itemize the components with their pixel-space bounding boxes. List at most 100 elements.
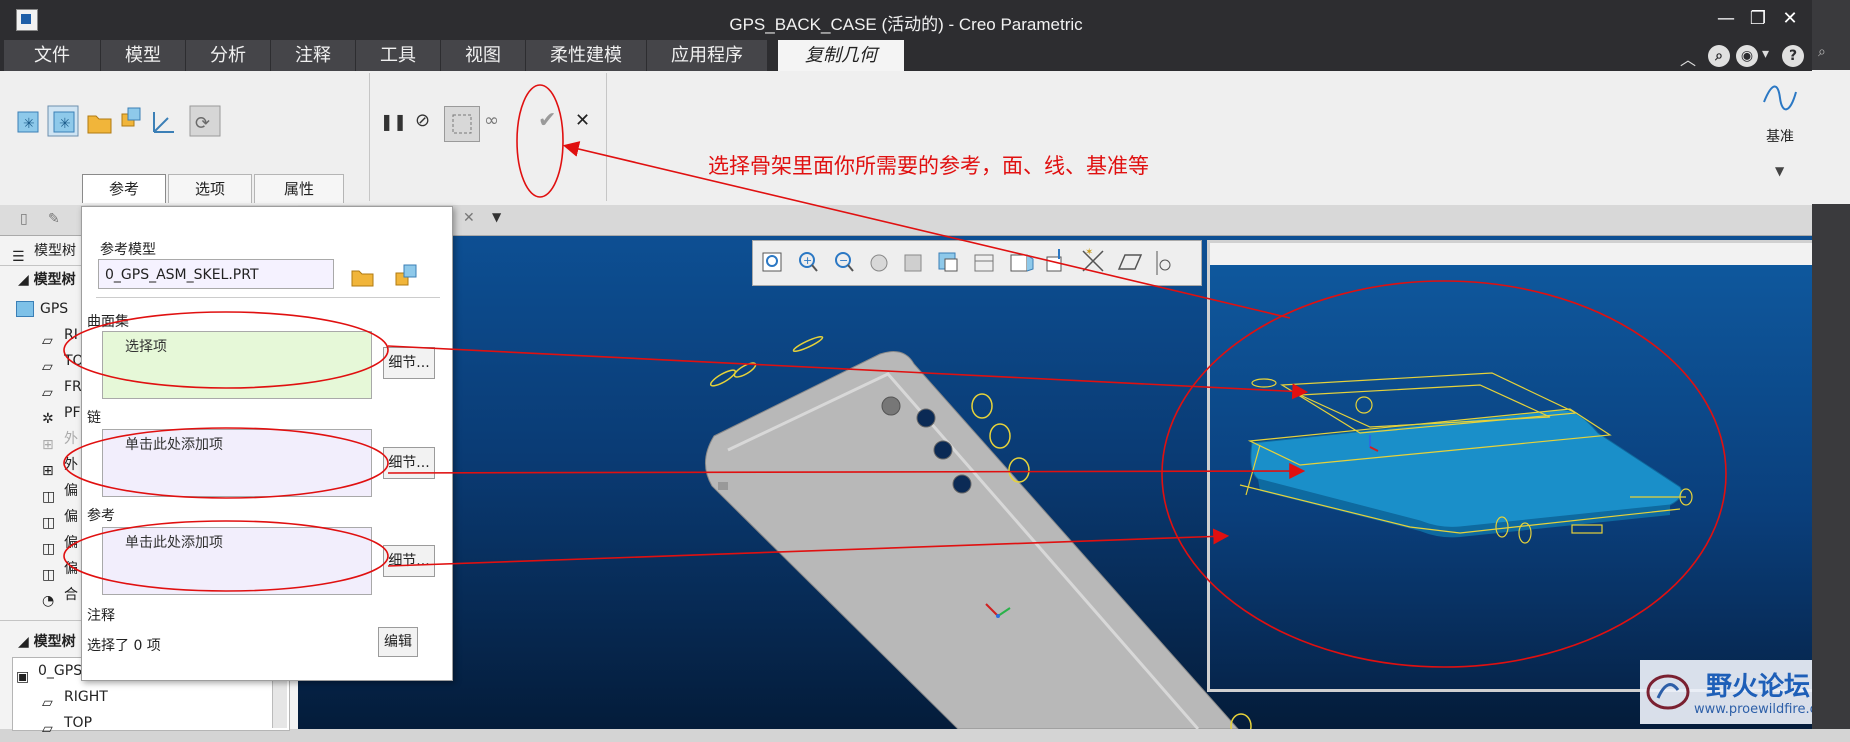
new-icon[interactable]: ▯: [20, 211, 28, 227]
tree-icon: ☰: [12, 249, 25, 265]
chevron-down-icon[interactable]: ▾: [1762, 46, 1769, 62]
external-reference-icon[interactable]: ✳: [47, 105, 79, 137]
merge-icon: ◔: [42, 593, 55, 609]
copy-geom-icon: ⊞: [42, 463, 54, 479]
expand-icon: ◢: [18, 634, 34, 650]
surface-set-details-button[interactable]: 细节...: [383, 347, 435, 379]
publish-geometry-icon[interactable]: ✳: [17, 111, 39, 133]
tree-item-skeleton-top[interactable]: ▱ TOP: [42, 710, 92, 737]
help-icon[interactable]: ?: [1782, 45, 1804, 67]
spin-center-icon[interactable]: [1156, 251, 1171, 275]
zoom-out-icon[interactable]: −: [835, 252, 854, 272]
copy-geom-icon: ⊞: [42, 437, 54, 453]
subtab-options[interactable]: 选项: [168, 174, 252, 203]
tab-list-dropdown-icon[interactable]: ▼: [492, 210, 501, 224]
tree-item-offset-4[interactable]: ◫ 偏: [42, 556, 78, 583]
model-tree-header[interactable]: ☰ 模型树: [12, 238, 76, 265]
copy-to-icon[interactable]: [121, 107, 141, 127]
open-folder-icon[interactable]: [87, 115, 112, 134]
datum-plane-icon: ▱: [42, 695, 53, 711]
maximize-button[interactable]: ❐: [1744, 6, 1772, 32]
svg-text:−: −: [839, 254, 848, 267]
tree-item-right[interactable]: ▱ RI: [42, 322, 78, 349]
divider: [96, 297, 440, 298]
close-tab-icon[interactable]: ✕: [463, 210, 475, 226]
references-collector[interactable]: 单击此处添加项: [102, 527, 372, 595]
tab-applications[interactable]: 应用程序: [647, 40, 768, 71]
refit-icon[interactable]: [762, 252, 782, 272]
skeleton-preview-window[interactable]: [1207, 240, 1818, 692]
saved-orientations-icon[interactable]: [904, 254, 922, 272]
display-style-icon[interactable]: [938, 252, 958, 272]
tree-item-offset-1[interactable]: ◫ 偏: [42, 478, 78, 505]
tab-annotate[interactable]: 注释: [271, 40, 356, 71]
tab-tools[interactable]: 工具: [356, 40, 441, 71]
open-model-icon[interactable]: [350, 263, 376, 289]
tree-item-offset-2[interactable]: ◫ 偏: [42, 504, 78, 531]
tree-item-prt-csys[interactable]: ✲ PF: [42, 400, 81, 427]
tree-item-offset-3[interactable]: ◫ 偏: [42, 530, 78, 557]
datum-plane-icon: ▱: [42, 721, 53, 737]
select-model-icon[interactable]: [394, 263, 420, 289]
tree-item-front[interactable]: ▱ FR: [42, 374, 82, 401]
search-icon[interactable]: ⌕: [1708, 45, 1730, 67]
ref-model-field[interactable]: 0_GPS_ASM_SKEL.PRT: [98, 259, 334, 289]
surface-set-collector[interactable]: 选择项: [102, 331, 372, 399]
confirm-button[interactable]: ✔: [538, 108, 556, 133]
tab-copy-geometry[interactable]: 复制几何: [778, 40, 905, 71]
svg-text:✶: ✶: [1085, 247, 1093, 258]
verify-glasses-icon[interactable]: ∞: [484, 110, 499, 131]
zoom-in-icon[interactable]: +: [799, 252, 818, 272]
tab-flexible-modeling[interactable]: 柔性建模: [526, 40, 647, 71]
title-bar: GPS_BACK_CASE (活动的) - Creo Parametric — …: [0, 0, 1812, 40]
surface-set-label: 曲面集: [87, 314, 129, 330]
collapse-ribbon-icon[interactable]: ︿: [1680, 46, 1696, 70]
datum-display-filter-icon[interactable]: ✶: [1082, 247, 1104, 272]
tree-item-skeleton-right[interactable]: ▱ RIGHT: [42, 684, 108, 711]
part-icon: [16, 301, 34, 317]
datum-curve-icon[interactable]: [1760, 78, 1800, 118]
subtab-references[interactable]: 参考: [82, 174, 166, 203]
perspective-view-icon[interactable]: [1010, 254, 1034, 272]
references-panel: 参考模型 0_GPS_ASM_SKEL.PRT 曲面集 选择项 细节... 链 …: [81, 206, 453, 681]
stop-button[interactable]: ⊘: [415, 110, 430, 131]
subtab-properties[interactable]: 属性: [254, 174, 344, 203]
tree-item-top[interactable]: ▱ TO: [42, 348, 84, 375]
tab-model[interactable]: 模型: [101, 40, 186, 71]
tree-item-merge[interactable]: ◔ 合: [42, 582, 78, 609]
view-toolbar: + − ✶: [752, 240, 1202, 286]
transform-icon[interactable]: [153, 112, 174, 133]
community-icon[interactable]: ◉: [1736, 45, 1758, 67]
datum-label[interactable]: 基准: [1766, 126, 1794, 146]
update-icon[interactable]: ⟳: [189, 105, 221, 137]
datum-plane-icon: ▱: [42, 385, 53, 401]
annotation-display-icon[interactable]: [1046, 249, 1062, 272]
pause-button[interactable]: ❚❚: [380, 112, 407, 131]
tab-file[interactable]: 文件: [4, 40, 101, 71]
minimize-button[interactable]: —: [1712, 6, 1740, 32]
feature-preview-button[interactable]: [444, 106, 480, 142]
references-details-button[interactable]: 细节...: [383, 545, 435, 577]
datum-dropdown-icon[interactable]: ▼: [1775, 164, 1784, 178]
tree-item-gps[interactable]: GPS: [16, 296, 68, 322]
datum-plane-display-icon[interactable]: [1117, 254, 1143, 270]
chain-details-button[interactable]: 细节...: [383, 447, 435, 479]
repaint-icon[interactable]: [870, 254, 888, 272]
copy-geometry-tool-group: ✳ ✳ ⟳: [17, 105, 221, 137]
view-manager-icon[interactable]: [974, 254, 994, 272]
pencil-icon[interactable]: ✎: [48, 211, 60, 227]
edit-notes-button[interactable]: 编辑: [378, 627, 418, 657]
tree-item-external-1[interactable]: ⊞ 外: [42, 426, 78, 453]
tree-section-header[interactable]: ◢ 模型树: [18, 267, 76, 293]
tree-item-external-2[interactable]: ⊞ 外: [42, 452, 78, 479]
watermark-title: 野火论坛: [1706, 672, 1811, 702]
svg-text:✳: ✳: [59, 116, 71, 132]
cancel-button[interactable]: ✕: [575, 110, 590, 131]
tab-analysis[interactable]: 分析: [186, 40, 271, 71]
chain-collector[interactable]: 单击此处添加项: [102, 429, 372, 497]
tab-view[interactable]: 视图: [441, 40, 526, 71]
svg-text:⟳: ⟳: [195, 113, 210, 134]
tree-section-header[interactable]: ◢ 模型树: [18, 629, 76, 655]
zoom-icon[interactable]: ⌕: [1818, 44, 1826, 60]
close-window-button[interactable]: ✕: [1776, 6, 1804, 32]
